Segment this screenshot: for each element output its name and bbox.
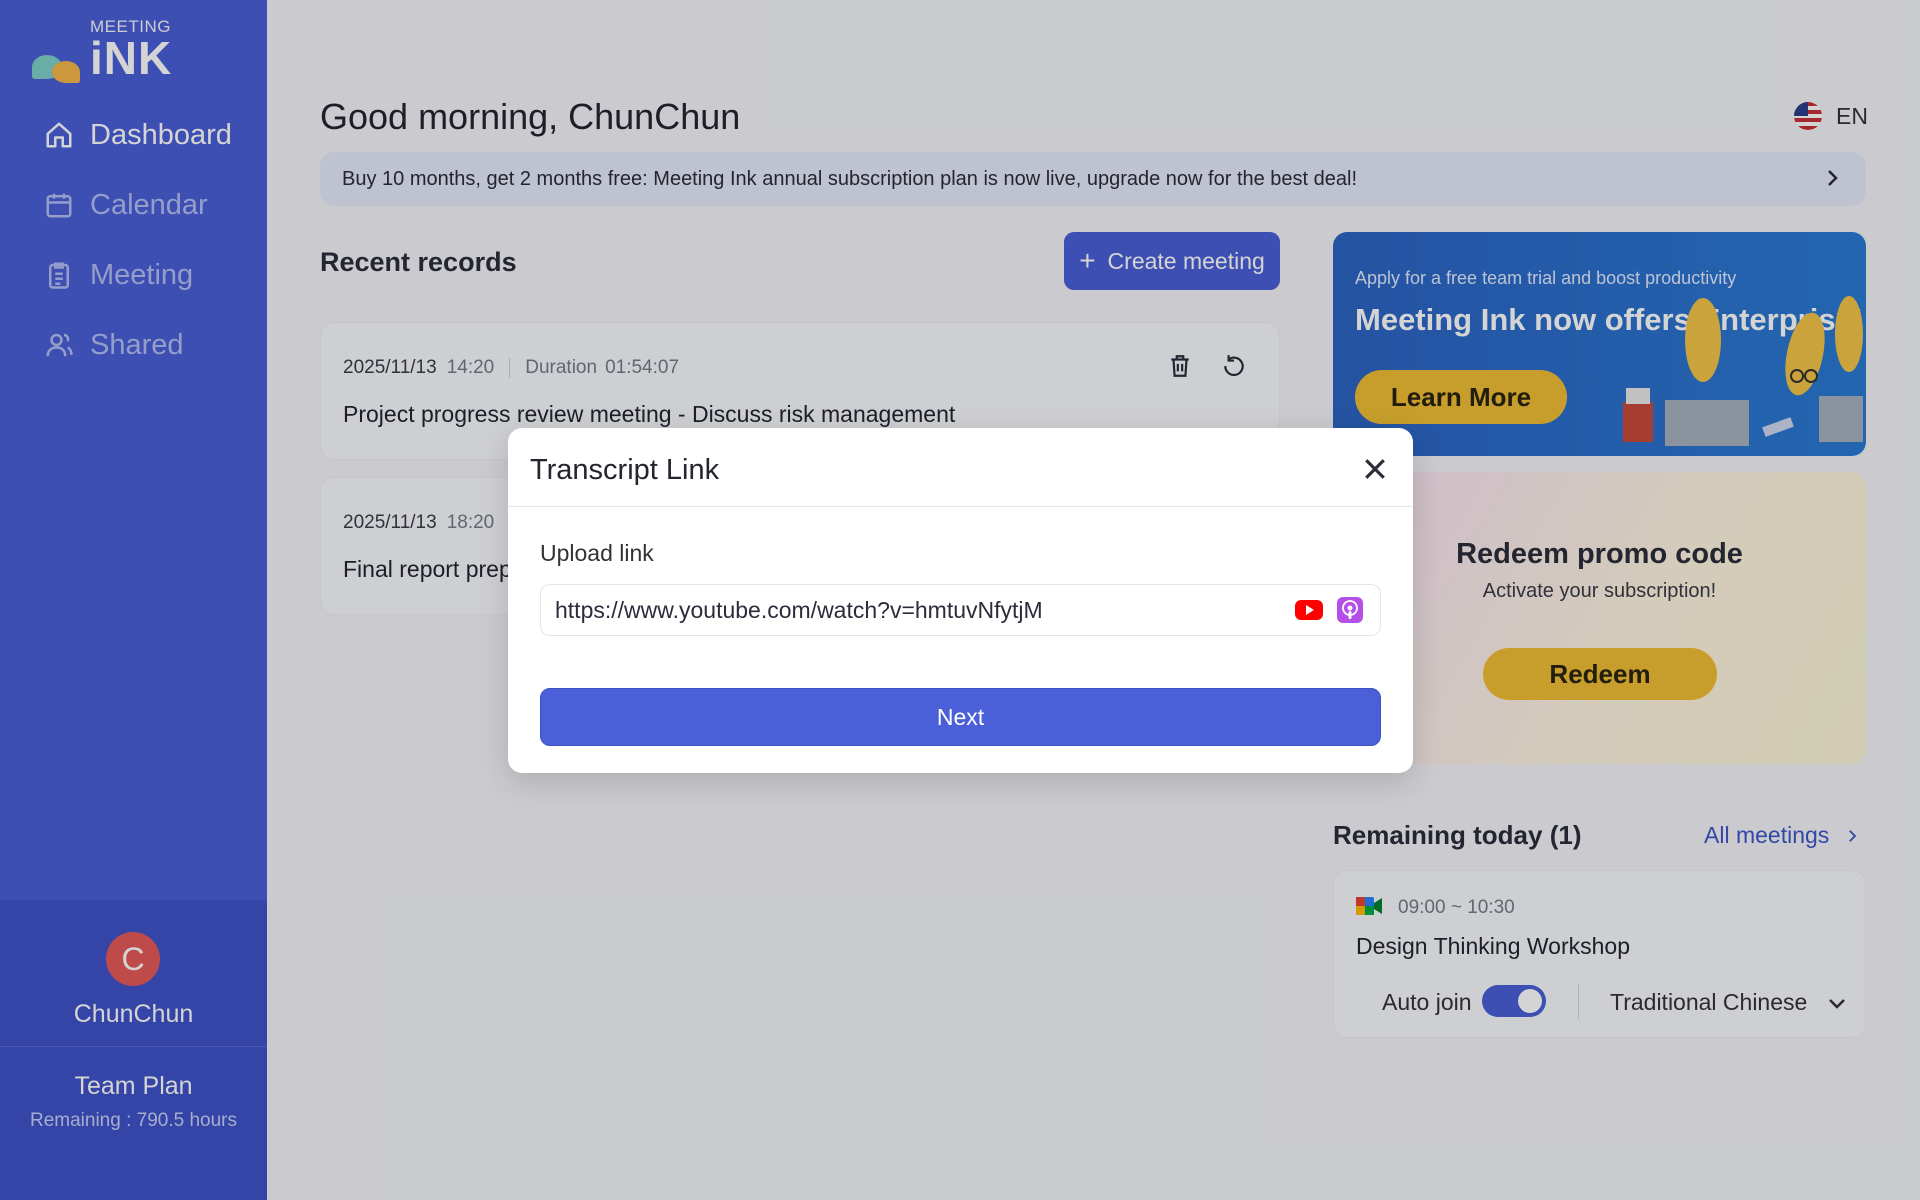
podcast-icon [1337, 597, 1363, 623]
close-icon[interactable] [1360, 454, 1390, 484]
youtube-icon [1295, 600, 1323, 620]
upload-link-input[interactable] [555, 585, 1275, 635]
dialog-title: Transcript Link [530, 454, 720, 486]
upload-link-label: Upload link [540, 540, 654, 566]
transcript-link-dialog: Transcript Link Upload link Next [508, 428, 1413, 773]
dialog-divider [508, 506, 1413, 507]
next-button[interactable]: Next [540, 688, 1381, 746]
upload-link-field [540, 584, 1381, 636]
